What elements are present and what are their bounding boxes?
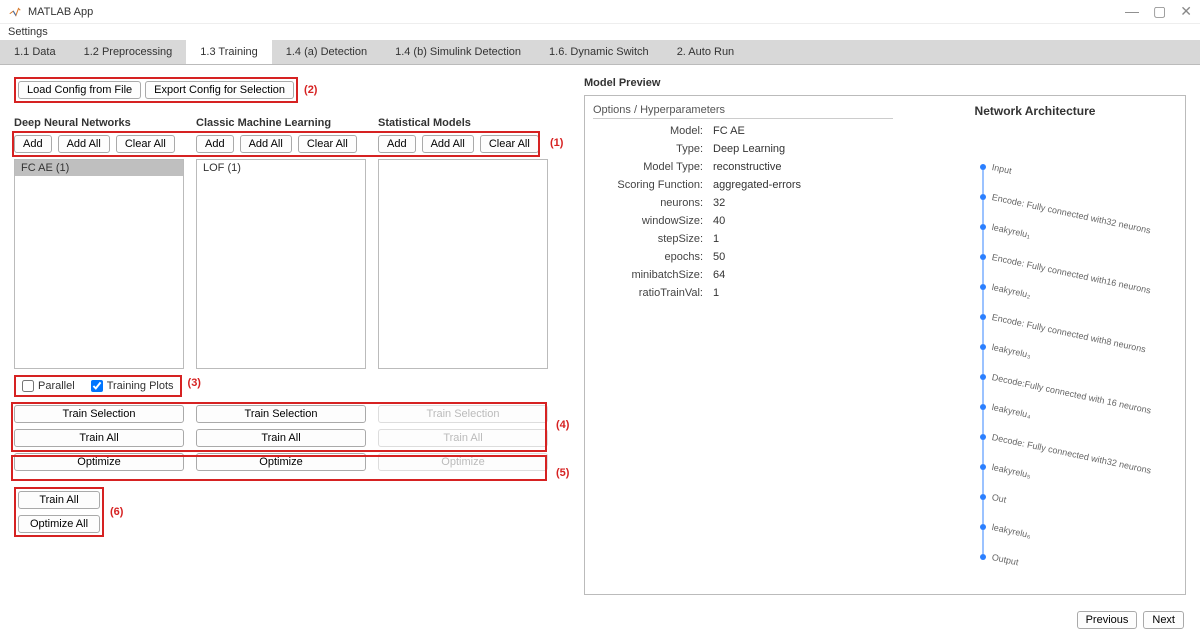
add-cml-button[interactable]: Add (196, 135, 234, 153)
param-val: Deep Learning (713, 143, 785, 155)
maximize-icon[interactable]: ▢ (1153, 3, 1166, 20)
export-config-button[interactable]: Export Config for Selection (145, 81, 294, 99)
layer-label: Input (991, 162, 1013, 176)
param-val: 32 (713, 197, 725, 209)
layer-edge (982, 500, 984, 524)
train-all-global-button[interactable]: Train All (18, 491, 100, 509)
minimize-icon[interactable]: — (1125, 3, 1139, 20)
architecture-title: Network Architecture (893, 104, 1177, 118)
annotation-5: (5) (556, 467, 569, 479)
param-key: neurons: (593, 197, 713, 209)
layer-edge (982, 470, 984, 494)
layer-edge (982, 200, 984, 224)
train-selection-dnn-button[interactable]: Train Selection (14, 405, 184, 423)
layer-edge (982, 290, 984, 314)
tab-5[interactable]: 1.6. Dynamic Switch (535, 40, 663, 64)
param-val: 50 (713, 251, 725, 263)
param-val: reconstructive (713, 161, 781, 173)
layer-edge (982, 350, 984, 374)
param-key: stepSize: (593, 233, 713, 245)
parallel-checkbox[interactable]: Parallel (22, 380, 75, 392)
train-selection-cml-button[interactable]: Train Selection (196, 405, 366, 423)
train-selection-stat-button: Train Selection (378, 405, 548, 423)
annotation-1: (1) (550, 137, 563, 149)
param-val: 64 (713, 269, 725, 281)
tab-3[interactable]: 1.4 (a) Detection (272, 40, 381, 64)
next-button[interactable]: Next (1143, 611, 1184, 629)
param-val: FC AE (713, 125, 745, 137)
col-header-dnn: Deep Neural Networks (14, 117, 184, 129)
addall-dnn-button[interactable]: Add All (58, 135, 110, 153)
param-val: aggregated-errors (713, 179, 801, 191)
layer-edge (982, 170, 984, 194)
optimize-cml-button[interactable]: Optimize (196, 453, 366, 471)
list-item[interactable]: LOF (1) (197, 160, 365, 176)
tab-0[interactable]: 1.1 Data (0, 40, 70, 64)
layer-label: Out (991, 492, 1007, 505)
params-title: Options / Hyperparameters (593, 104, 893, 119)
menu-settings[interactable]: Settings (8, 26, 48, 38)
optimize-all-global-button[interactable]: Optimize All (18, 515, 100, 533)
model-preview-title: Model Preview (584, 77, 1186, 89)
clearall-dnn-button[interactable]: Clear All (116, 135, 175, 153)
window-title: MATLAB App (28, 6, 93, 18)
layer-label: leakyrelu₂ (991, 282, 1032, 300)
load-config-button[interactable]: Load Config from File (18, 81, 141, 99)
param-key: Type: (593, 143, 713, 155)
train-all-cml-button[interactable]: Train All (196, 429, 366, 447)
addall-stat-button[interactable]: Add All (422, 135, 474, 153)
optimize-stat-button: Optimize (378, 453, 548, 471)
list-item[interactable]: FC AE (1) (15, 160, 183, 176)
layer-edge (982, 230, 984, 254)
layer-edge (982, 410, 984, 434)
layer-edge (982, 260, 984, 284)
param-key: windowSize: (593, 215, 713, 227)
close-icon[interactable]: ✕ (1180, 3, 1192, 20)
matlab-logo-icon (8, 5, 22, 19)
param-key: Model Type: (593, 161, 713, 173)
param-val: 1 (713, 233, 719, 245)
layer-edge (982, 380, 984, 404)
layer-label: leakyrelu₄ (991, 402, 1032, 420)
listbox-dnn[interactable]: FC AE (1) (14, 159, 184, 369)
layer-label: leakyrelu₃ (991, 342, 1032, 360)
annotation-3: (3) (188, 377, 201, 389)
layer-edge (982, 530, 984, 554)
previous-button[interactable]: Previous (1077, 611, 1138, 629)
tab-6[interactable]: 2. Auto Run (663, 40, 749, 64)
tab-2[interactable]: 1.3 Training (186, 40, 271, 64)
layer-label: leakyrelu₅ (991, 462, 1032, 480)
layer-label: Output (991, 552, 1020, 567)
layer-label: leakyrelu₁ (991, 222, 1031, 240)
listbox-cml[interactable]: LOF (1) (196, 159, 366, 369)
train-all-dnn-button[interactable]: Train All (14, 429, 184, 447)
training-plots-checkbox[interactable]: Training Plots (91, 380, 174, 392)
annotation-2: (2) (304, 84, 317, 96)
layer-node-icon (980, 554, 986, 560)
annotation-4: (4) (556, 419, 569, 431)
layer-edge (982, 320, 984, 344)
listbox-stat[interactable] (378, 159, 548, 369)
annotation-6: (6) (110, 506, 123, 518)
col-header-stat: Statistical Models (378, 117, 548, 129)
add-dnn-button[interactable]: Add (14, 135, 52, 153)
addall-cml-button[interactable]: Add All (240, 135, 292, 153)
optimize-dnn-button[interactable]: Optimize (14, 453, 184, 471)
param-key: Model: (593, 125, 713, 137)
param-key: Scoring Function: (593, 179, 713, 191)
clearall-cml-button[interactable]: Clear All (298, 135, 357, 153)
tab-1[interactable]: 1.2 Preprocessing (70, 40, 187, 64)
layer-edge (982, 440, 984, 464)
param-val: 1 (713, 287, 719, 299)
clearall-stat-button[interactable]: Clear All (480, 135, 539, 153)
add-stat-button[interactable]: Add (378, 135, 416, 153)
layer-label: leakyrelu₆ (991, 522, 1032, 540)
param-val: 40 (713, 215, 725, 227)
param-key: epochs: (593, 251, 713, 263)
param-key: minibatchSize: (593, 269, 713, 281)
col-header-cml: Classic Machine Learning (196, 117, 366, 129)
train-all-stat-button: Train All (378, 429, 548, 447)
tab-4[interactable]: 1.4 (b) Simulink Detection (381, 40, 535, 64)
param-key: ratioTrainVal: (593, 287, 713, 299)
